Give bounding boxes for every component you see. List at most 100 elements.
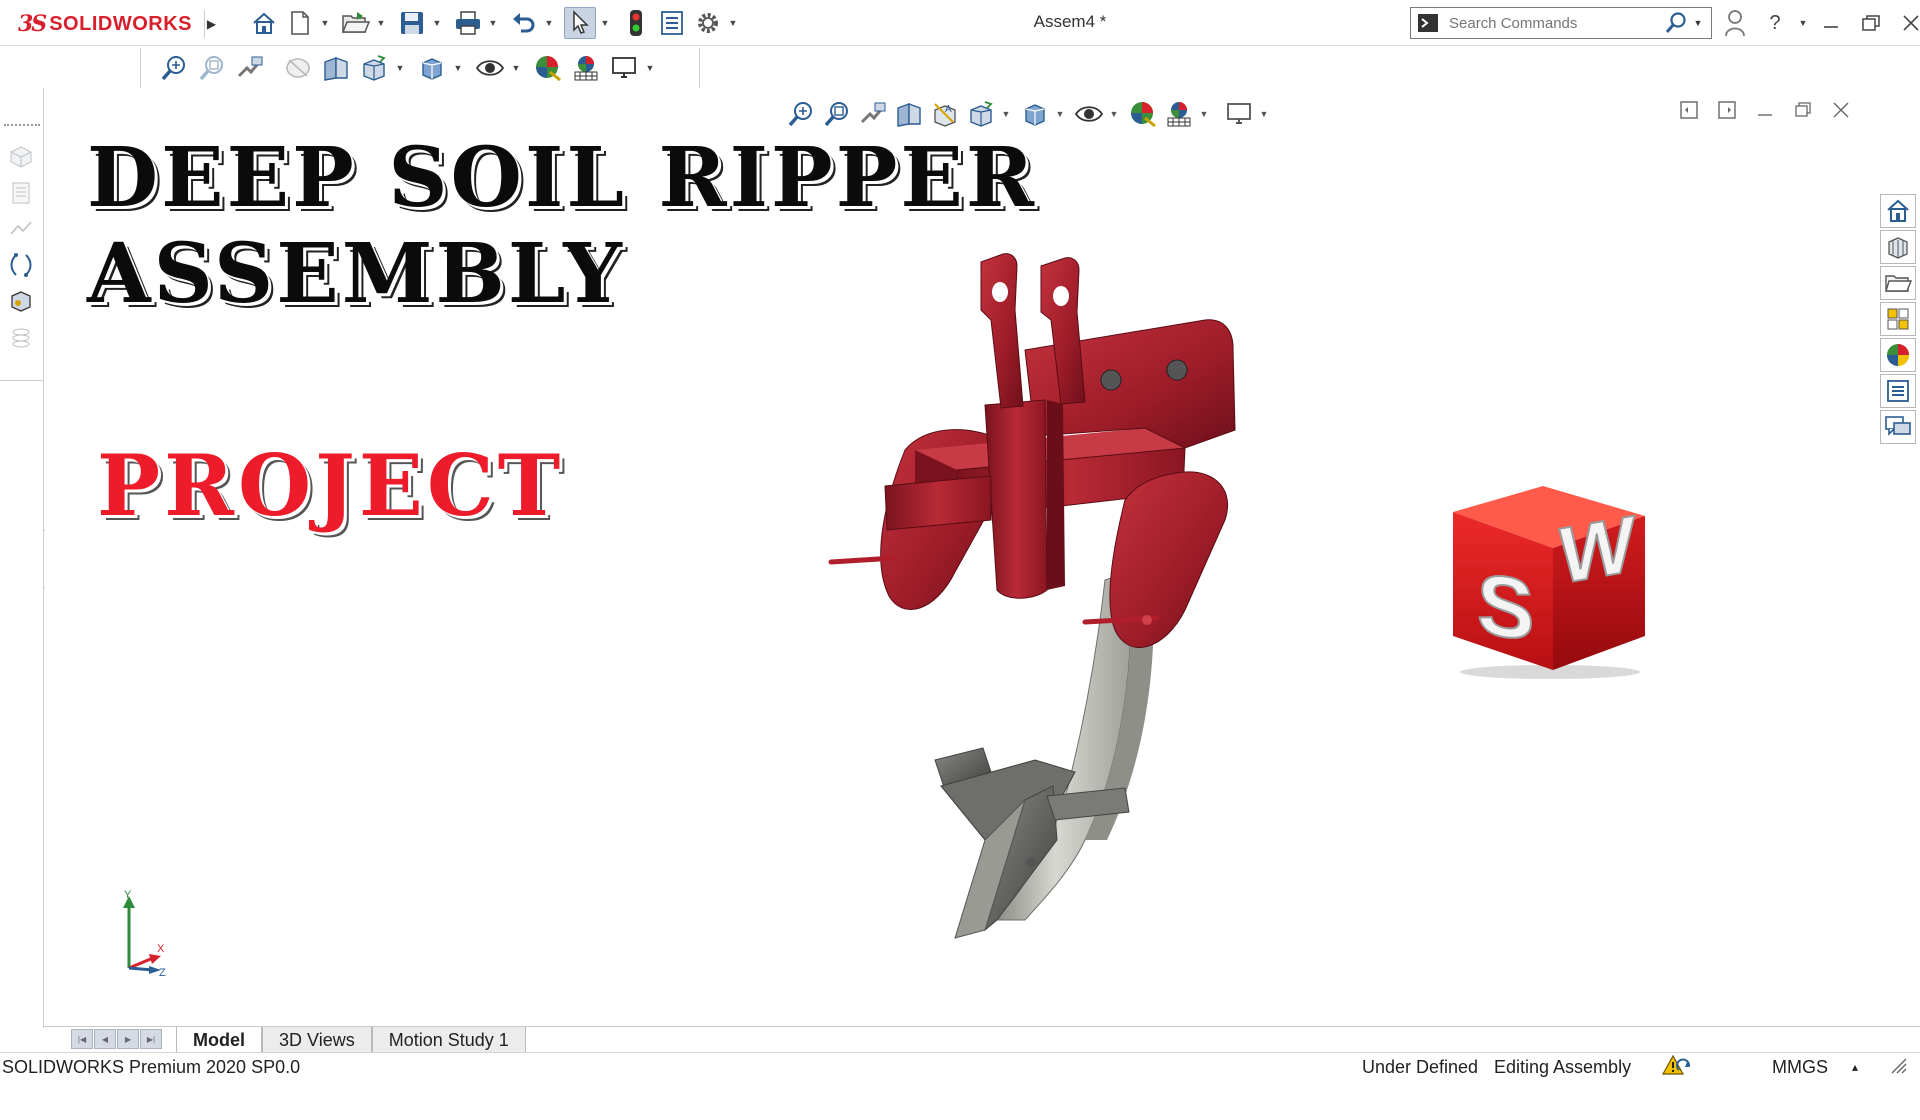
graphics-area[interactable]: A ▼ ▼ ▼ ▼ ▼ DEEP SOIL RIPPER ASSEMBLY PR… xyxy=(45,90,1877,1026)
print-icon[interactable] xyxy=(452,7,484,39)
tab-motion-study[interactable]: Motion Study 1 xyxy=(371,1027,526,1053)
ripper-assembly-model[interactable] xyxy=(785,200,1265,1120)
hide-show-dropdown-arrow[interactable]: ▼ xyxy=(1109,109,1119,119)
forum-icon[interactable] xyxy=(1880,410,1916,444)
command-prompt-icon xyxy=(1415,11,1441,35)
solidworks-resources-icon[interactable] xyxy=(1880,194,1916,228)
custom-properties-icon[interactable] xyxy=(1880,374,1916,408)
view-3d-icon[interactable] xyxy=(319,51,353,85)
property-manager-icon[interactable] xyxy=(6,178,36,208)
menu-expand-button[interactable]: ▶ xyxy=(204,10,218,38)
appearances-icon[interactable] xyxy=(1880,338,1916,372)
tab-model[interactable]: Model xyxy=(176,1027,262,1053)
first-tab-icon[interactable]: |◀ xyxy=(71,1029,93,1049)
title-bar: 3S SOLIDWORKS ▶ ▼ ▼ ▼ ▼ ▼ ▼ ▼ Assem4 * S… xyxy=(0,0,1920,46)
view-orientation-icon[interactable] xyxy=(965,98,997,130)
search-commands-box[interactable]: ▼ xyxy=(1410,7,1712,39)
previous-view-icon[interactable] xyxy=(233,51,267,85)
zoom-to-area-icon[interactable] xyxy=(195,51,229,85)
two-view-icon[interactable] xyxy=(1715,98,1739,122)
customize-status-icon[interactable] xyxy=(1888,1055,1910,1082)
apply-scene-dropdown-arrow[interactable]: ▼ xyxy=(1199,109,1209,119)
zoom-to-fit-icon[interactable] xyxy=(157,51,191,85)
view-palette-icon[interactable] xyxy=(1880,302,1916,336)
edit-appearance-icon[interactable] xyxy=(1127,98,1159,130)
hide-show-icon[interactable] xyxy=(473,51,507,85)
tab-3d-views[interactable]: 3D Views xyxy=(262,1027,372,1053)
previous-view-icon[interactable] xyxy=(857,98,889,130)
minimize-icon[interactable] xyxy=(1814,6,1848,40)
view-orientation-dropdown-arrow[interactable]: ▼ xyxy=(1001,109,1011,119)
view-settings-icon[interactable] xyxy=(607,51,641,85)
home-icon[interactable] xyxy=(248,7,280,39)
view-orientation-icon[interactable] xyxy=(357,51,391,85)
viewport-minimize-icon[interactable] xyxy=(1753,98,1777,122)
unit-system-arrow[interactable]: ▴ xyxy=(1852,1060,1858,1074)
view-settings-dropdown-arrow[interactable]: ▼ xyxy=(1259,109,1269,119)
single-view-icon[interactable] xyxy=(1677,98,1701,122)
dimxpert-icon[interactable] xyxy=(6,250,36,280)
edit-appearance-icon[interactable] xyxy=(531,51,565,85)
undo-icon[interactable] xyxy=(508,7,540,39)
print-dropdown-arrow[interactable]: ▼ xyxy=(488,7,498,39)
help-dropdown-arrow[interactable]: ▼ xyxy=(1798,6,1808,40)
file-explorer-icon[interactable] xyxy=(1880,266,1916,300)
unit-system[interactable]: MMGS xyxy=(1772,1057,1828,1078)
restore-icon[interactable] xyxy=(1854,6,1888,40)
reference-triad[interactable]: Y X Z xyxy=(89,886,169,976)
design-library-icon[interactable] xyxy=(1880,230,1916,264)
search-icon[interactable] xyxy=(1661,11,1691,35)
new-dropdown-arrow[interactable]: ▼ xyxy=(320,7,330,39)
panel-grip[interactable] xyxy=(4,124,40,126)
search-dropdown-arrow[interactable]: ▼ xyxy=(1691,18,1705,28)
next-tab-icon[interactable]: ▶ xyxy=(117,1029,139,1049)
view-orientation-dropdown-arrow[interactable]: ▼ xyxy=(395,52,405,84)
select-dropdown-arrow[interactable]: ▼ xyxy=(600,7,610,39)
open-dropdown-arrow[interactable]: ▼ xyxy=(376,7,386,39)
view-settings-icon[interactable] xyxy=(1223,98,1255,130)
previous-tab-icon[interactable]: ◀ xyxy=(94,1029,116,1049)
project-label: PROJECT xyxy=(97,436,565,535)
solidworks-logo[interactable]: 3S SOLIDWORKS xyxy=(18,10,192,38)
hide-show-icon[interactable] xyxy=(1073,98,1105,130)
options-dropdown-arrow[interactable]: ▼ xyxy=(728,7,738,39)
save-icon[interactable] xyxy=(396,7,428,39)
hide-show-dropdown-arrow[interactable]: ▼ xyxy=(511,52,521,84)
zoom-to-area-icon[interactable] xyxy=(821,98,853,130)
document-title: Assem4 * xyxy=(1033,12,1107,31)
help-icon[interactable]: ? xyxy=(1758,6,1792,40)
display-style-dropdown-arrow[interactable]: ▼ xyxy=(1055,109,1065,119)
save-dropdown-arrow[interactable]: ▼ xyxy=(432,7,442,39)
display-manager-icon[interactable] xyxy=(6,286,36,316)
dynamic-annotation-icon[interactable]: A xyxy=(929,98,961,130)
user-icon[interactable] xyxy=(1718,6,1752,40)
display-style-dropdown-arrow[interactable]: ▼ xyxy=(453,52,463,84)
feature-tree-icon[interactable] xyxy=(6,142,36,172)
undo-dropdown-arrow[interactable]: ▼ xyxy=(544,7,554,39)
view-settings-dropdown-arrow[interactable]: ▼ xyxy=(645,52,655,84)
product-version: SOLIDWORKS Premium 2020 SP0.0 xyxy=(2,1057,301,1077)
select-icon[interactable] xyxy=(564,7,596,39)
open-icon[interactable] xyxy=(340,7,372,39)
display-style-icon[interactable] xyxy=(415,51,449,85)
close-icon[interactable] xyxy=(1894,6,1920,40)
configuration-manager-icon[interactable] xyxy=(6,214,36,244)
options-icon[interactable] xyxy=(692,7,724,39)
viewport-close-icon[interactable] xyxy=(1829,98,1853,122)
zoom-to-fit-icon[interactable] xyxy=(785,98,817,130)
new-document-icon[interactable] xyxy=(284,7,316,39)
apply-scene-icon[interactable] xyxy=(569,51,603,85)
viewport-restore-icon[interactable] xyxy=(1791,98,1815,122)
section-view-icon[interactable] xyxy=(893,98,925,130)
display-style-icon[interactable] xyxy=(1019,98,1051,130)
rebuild-icon[interactable] xyxy=(620,7,652,39)
heads-up-view-toolbar: A ▼ ▼ ▼ ▼ ▼ xyxy=(785,96,1273,132)
last-tab-icon[interactable]: ▶| xyxy=(140,1029,162,1049)
section-view-icon[interactable] xyxy=(281,51,315,85)
file-properties-icon[interactable] xyxy=(656,7,688,39)
rebuild-warning-icon[interactable] xyxy=(1661,1054,1692,1083)
search-input[interactable] xyxy=(1441,14,1661,32)
logo-letter-s: S xyxy=(1477,556,1534,660)
appearance-tab-icon[interactable] xyxy=(6,322,36,352)
apply-scene-icon[interactable] xyxy=(1163,98,1195,130)
